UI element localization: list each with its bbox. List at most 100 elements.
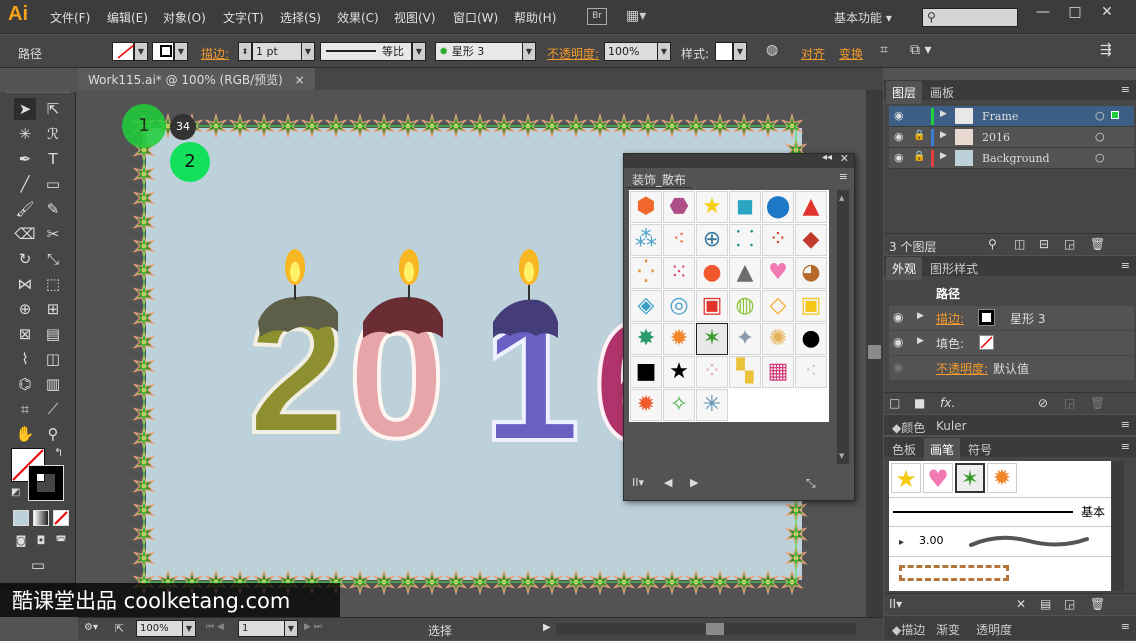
opacity-dropdown[interactable]: ▼ xyxy=(657,42,671,61)
recolor-icon[interactable]: ◍ xyxy=(766,42,778,58)
menu-file[interactable]: 文件(F) xyxy=(50,9,90,26)
align-link[interactable]: 对齐 xyxy=(801,45,825,62)
symbol-thumbnail-icon[interactable]: ▚ xyxy=(729,356,761,388)
width-tool-icon[interactable]: ⋈ xyxy=(14,273,36,295)
fill-attribute-row[interactable]: ◉ ▶ 填色: xyxy=(889,331,1134,355)
symbol-thumbnail-icon[interactable]: ✶ xyxy=(696,323,728,355)
symbol-thumbnail-icon[interactable]: ⁂ xyxy=(630,224,662,256)
stroke-dropdown[interactable]: ▼ xyxy=(174,42,188,61)
layers-menu-icon[interactable]: ≡ xyxy=(1121,83,1130,96)
symbol-thumbnail-icon[interactable]: ✹ xyxy=(663,323,695,355)
symbol-sprayer-tool-icon[interactable]: ⌬ xyxy=(14,373,36,395)
panel-menu-icon[interactable]: ≡ xyxy=(839,170,848,183)
blend-tool-icon[interactable]: ◫ xyxy=(42,348,64,370)
symbol-scrollbar[interactable]: ▲ ▼ xyxy=(837,190,849,464)
symbol-thumbnail-icon[interactable]: ⁛ xyxy=(630,257,662,289)
symbol-thumbnail-icon[interactable]: ▣ xyxy=(696,290,728,322)
minimize-button[interactable]: — xyxy=(1031,4,1055,26)
brush-scrollbar[interactable] xyxy=(1112,461,1124,591)
gradient-tool-icon[interactable]: ▤ xyxy=(42,323,64,345)
brush-definition[interactable]: ✹ 星形 3 xyxy=(435,42,523,61)
none-mode-button[interactable] xyxy=(53,510,69,526)
visibility-eye-icon[interactable]: ◉ xyxy=(893,310,903,324)
delete-layer-icon[interactable]: 🗑 xyxy=(1090,237,1105,251)
symbol-thumbnail-icon[interactable]: ■ xyxy=(630,356,662,388)
new-sublayer-icon[interactable]: ⊟ xyxy=(1039,237,1049,251)
lock-icon[interactable]: 🔒 xyxy=(913,130,925,141)
remove-brush-stroke-icon[interactable]: ✕ xyxy=(1016,597,1026,611)
opacity-attribute-row[interactable]: ◉ 不透明度: 默认值 xyxy=(889,356,1134,380)
symbol-thumbnail-icon[interactable]: ◍ xyxy=(729,290,761,322)
symbol-thumbnail-icon[interactable]: ▣ xyxy=(795,290,827,322)
perspective-grid-tool-icon[interactable]: ⊞ xyxy=(42,298,64,320)
collapse-icon[interactable]: ◂◂ xyxy=(822,152,832,163)
selection-tool-icon[interactable]: ➤ xyxy=(14,98,36,120)
h-scroll-thumb[interactable] xyxy=(706,623,724,635)
target-circle-icon[interactable]: ○ xyxy=(1095,151,1105,164)
gradient-mode-button[interactable] xyxy=(33,510,49,526)
magic-wand-tool-icon[interactable]: ✳ xyxy=(14,123,36,145)
symbol-thumbnail-icon[interactable]: ◕ xyxy=(795,257,827,289)
horizontal-scrollbar[interactable] xyxy=(556,623,856,635)
symbol-thumbnail-icon[interactable]: ● xyxy=(795,323,827,355)
profile-dropdown[interactable]: ▼ xyxy=(412,42,426,61)
pen-tool-icon[interactable]: ✒ xyxy=(14,148,36,170)
symbol-thumbnail-icon[interactable]: ◈ xyxy=(630,290,662,322)
brush-star-icon[interactable]: ★ xyxy=(891,463,921,493)
transform-link[interactable]: 变换 xyxy=(839,45,863,62)
style-swatch[interactable] xyxy=(715,42,733,61)
expand-arrow-icon[interactable]: ▶ xyxy=(940,130,947,140)
stroke-color-box[interactable] xyxy=(28,465,64,501)
symbol-thumbnail-icon[interactable]: ✧ xyxy=(663,389,695,421)
stroke-swatch[interactable] xyxy=(152,42,174,61)
stroke-label[interactable]: 描边: xyxy=(201,45,229,62)
symbol-thumbnail-icon[interactable]: ◆ xyxy=(795,224,827,256)
mesh-tool-icon[interactable]: ⊠ xyxy=(14,323,36,345)
search-input[interactable]: ⚲ xyxy=(922,8,1018,27)
swap-colors-icon[interactable]: ↰ xyxy=(54,446,63,459)
arrange-documents-icon[interactable]: ▦▾ xyxy=(626,8,654,25)
style-dropdown[interactable]: ▼ xyxy=(733,42,747,61)
zoom-dropdown[interactable]: ▼ xyxy=(182,620,196,637)
lasso-tool-icon[interactable]: ℛ xyxy=(42,123,64,145)
stroke-attribute-row[interactable]: ◉ ▶ 描边: 星形 3 xyxy=(889,306,1134,330)
scroll-up-icon[interactable]: ▲ xyxy=(839,194,847,202)
symbol-thumbnail-icon[interactable]: ✦ xyxy=(729,323,761,355)
menu-window[interactable]: 窗口(W) xyxy=(453,9,498,26)
symbol-thumbnail-icon[interactable]: ✹ xyxy=(630,389,662,421)
panel-titlebar[interactable]: ◂◂ ✕ xyxy=(624,152,854,168)
zoom-tool-icon[interactable]: ⚲ xyxy=(42,423,64,445)
stroke-weight-field[interactable]: 1 pt xyxy=(252,42,302,61)
free-transform-tool-icon[interactable]: ⬚ xyxy=(42,273,64,295)
maximize-button[interactable]: □ xyxy=(1063,4,1087,26)
symbol-thumbnail-icon[interactable]: ✺ xyxy=(762,323,794,355)
delete-item-icon[interactable]: 🗑 xyxy=(1090,396,1105,410)
symbol-thumbnail-icon[interactable]: ▲ xyxy=(729,257,761,289)
fill-swatch-small[interactable] xyxy=(979,335,994,350)
brush-options-icon[interactable]: ▤ xyxy=(1040,597,1051,611)
expand-arrow-icon[interactable]: ▶ xyxy=(940,151,947,161)
menu-edit[interactable]: 编辑(E) xyxy=(107,9,148,26)
brush-star3-icon[interactable]: ✶ xyxy=(955,463,985,493)
new-layer-icon[interactable]: ◲ xyxy=(1064,237,1075,251)
draw-behind-icon[interactable]: ◘ xyxy=(30,530,52,552)
symbol-thumbnail-icon[interactable]: ⬢ xyxy=(630,191,662,223)
close-tab-icon[interactable]: × xyxy=(295,73,305,87)
library-menu-icon[interactable]: ⅠⅠ▾ xyxy=(632,476,644,489)
symbol-thumbnail-icon[interactable]: ⊕ xyxy=(696,224,728,256)
appearance-stroke-label[interactable]: 描边: xyxy=(936,310,964,327)
control-menu-icon[interactable]: ⇶ xyxy=(1100,42,1112,58)
close-button[interactable]: ✕ xyxy=(1095,4,1119,26)
symbol-library-panel[interactable]: ◂◂ ✕ 装饰_散布 ≡ ⬢ ⬣ ★ ◼ ⬤ ▲ ⁂ ⁖ ⊕ ⸬ ⁘ ◆ ⁛ ⁙ ● ▲ ♥ ◕ ◈ ◎ ▣ ◍ ◇ ▣ ✸ ✹ ✶… xyxy=(623,152,855,501)
tab-artboards[interactable]: 画板 xyxy=(924,81,960,104)
vertical-scrollbar[interactable] xyxy=(866,90,883,617)
column-graph-tool-icon[interactable]: ▥ xyxy=(42,373,64,395)
pencil-tool-icon[interactable]: ✎ xyxy=(42,198,64,220)
tab-graphic-styles[interactable]: 图形样式 xyxy=(924,257,984,280)
layer-row-2016[interactable]: ◉ 🔒 ▶ 2016 ○ xyxy=(889,127,1134,148)
symbol-thumbnail-icon[interactable]: ⸬ xyxy=(729,224,761,256)
status-settings-icon[interactable]: ⚙▾ xyxy=(84,622,98,633)
add-stroke-icon[interactable]: □ xyxy=(889,396,900,410)
appearance-menu-icon[interactable]: ≡ xyxy=(1121,259,1130,272)
tab-layers[interactable]: 图层 xyxy=(886,81,923,104)
